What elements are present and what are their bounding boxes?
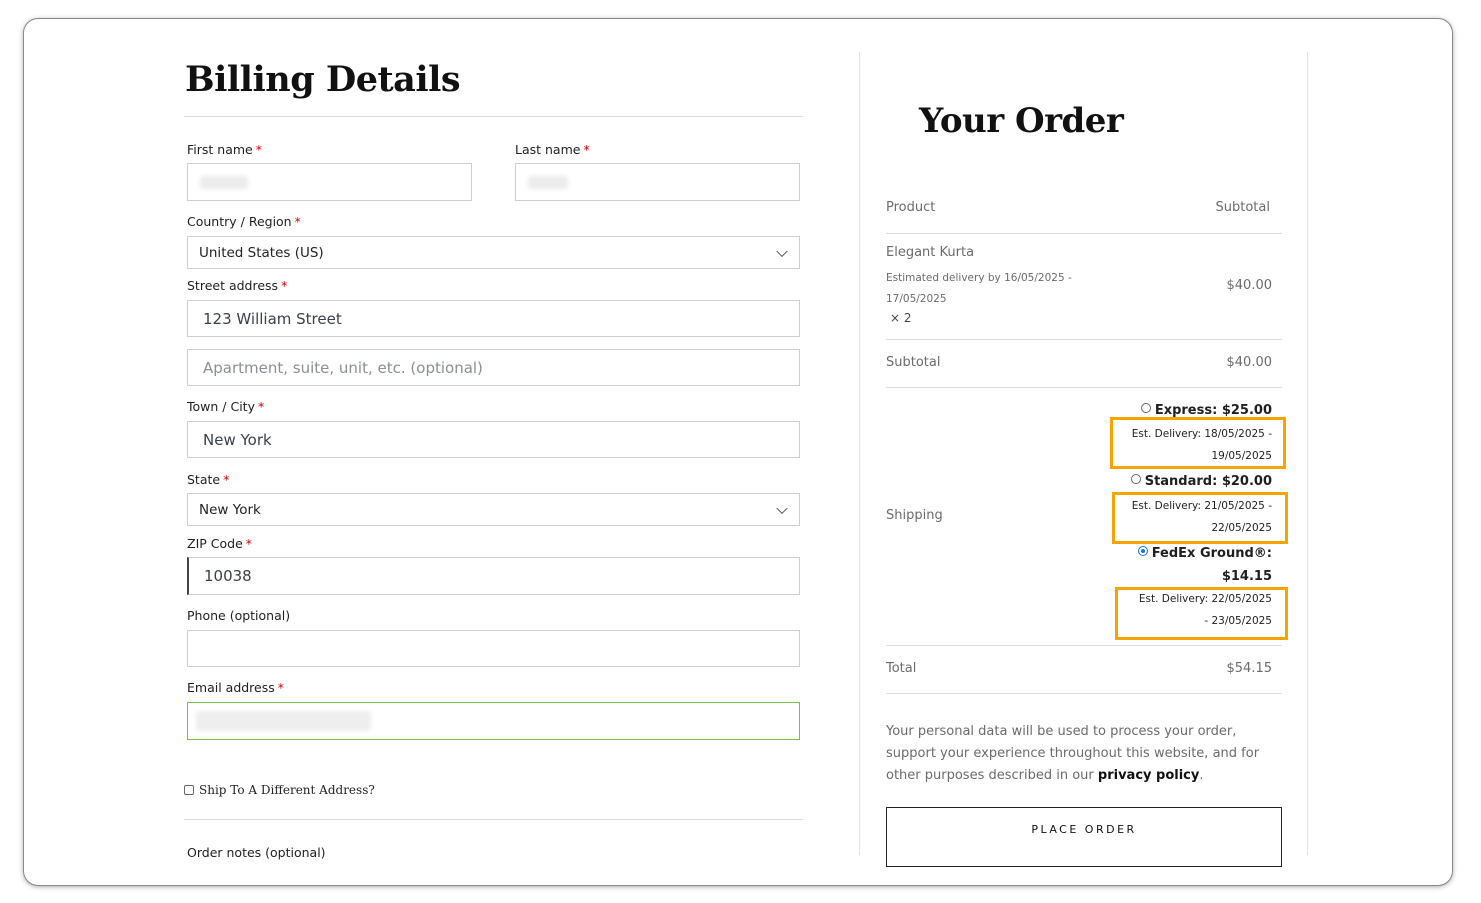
ship-different-checkbox[interactable] [184,785,194,795]
redacted-value [200,176,248,189]
first-name-field[interactable] [187,163,472,201]
email-label: Email address * [187,680,285,695]
order-title: Your Order [919,101,1124,141]
place-order-label: PLACE ORDER [1031,823,1137,836]
subtotal-value: $40.00 [1226,355,1273,370]
subtotal-header: Subtotal [1215,200,1270,215]
city-label: Town / City * [187,399,265,414]
shipping-option-standard[interactable]: Standard: $20.00 [1064,473,1272,489]
zip-field[interactable]: 10038 [187,557,800,595]
phone-field[interactable] [187,630,800,667]
product-header: Product [886,200,936,215]
fedex-radio[interactable] [1137,545,1148,556]
order-divider [886,693,1282,694]
street-address-field[interactable]: 123 William Street [187,300,800,337]
state-label: State * [187,472,230,487]
express-radio[interactable] [1140,402,1151,413]
last-name-label: Last name * [515,142,590,157]
estimate-line: Est. Delivery: 22/05/2025 [1138,593,1272,605]
zip-label: ZIP Code * [187,536,253,551]
privacy-line: other purposes described in our [886,768,1094,783]
estimate-line: Est. Delivery: 18/05/2025 - [1131,428,1272,440]
item-delivery-line: 17/05/2025 [886,293,947,305]
estimate-line: Est. Delivery: 21/05/2025 - [1131,500,1272,512]
shipping-option-fedex[interactable]: FedEx Ground®: [1064,545,1272,561]
redacted-value [528,176,568,189]
privacy-policy-link[interactable]: privacy policy [1098,768,1199,783]
item-price: $40.00 [1226,278,1273,293]
item-name: Elegant Kurta [886,245,975,260]
fedex-label: FedEx Ground®: [1151,546,1272,561]
express-label: Express: $25.00 [1154,403,1272,418]
street-value: 123 William Street [203,309,342,328]
estimate-line: 19/05/2025 [1211,450,1272,462]
subtotal-label: Subtotal [886,355,941,370]
standard-estimate: Est. Delivery: 21/05/2025 - 22/05/2025 [1114,495,1272,539]
checkout-window: Billing Details First name * Last name * C… [24,19,1452,885]
chevron-down-icon [776,245,788,257]
privacy-line: Your personal data will be used to proce… [886,724,1237,739]
shipping-label: Shipping [886,508,943,523]
zip-value: 10038 [204,567,252,585]
billing-title: Billing Details [185,59,461,100]
billing-divider [184,116,803,117]
order-divider [886,339,1282,340]
shipping-option-express[interactable]: Express: $25.00 [1064,402,1272,418]
country-value: United States (US) [199,244,324,261]
chevron-down-icon [776,502,788,514]
last-name-field[interactable] [515,163,800,201]
fedex-estimate: Est. Delivery: 22/05/2025 - 23/05/2025 [1118,588,1272,632]
standard-label: Standard: $20.00 [1144,474,1272,489]
country-label: Country / Region * [187,214,301,229]
ship-different-row: Ship To A Different Address? [184,783,375,797]
street-label: Street address * [187,278,288,293]
apartment-placeholder: Apartment, suite, unit, etc. (optional) [203,358,483,377]
privacy-line: support your experience throughout this … [886,746,1260,761]
total-label: Total [886,661,917,676]
total-value: $54.15 [1226,661,1273,676]
redacted-value [196,711,371,731]
city-field[interactable]: New York [187,421,800,458]
apartment-field[interactable]: Apartment, suite, unit, etc. (optional) [187,349,800,386]
order-divider [886,645,1282,646]
state-select[interactable]: New York [187,493,800,526]
state-value: New York [199,501,261,518]
fedex-price: $14.15 [1221,569,1272,584]
item-delivery-estimate: Estimated delivery by 16/05/2025 - 17/05… [886,268,1072,310]
item-quantity: × 2 [890,311,912,325]
city-value: New York [203,430,272,449]
order-divider [886,233,1282,234]
email-field[interactable] [187,702,800,740]
order-notes-label: Order notes (optional) [187,845,326,860]
estimate-line: - 23/05/2025 [1204,615,1272,627]
item-delivery-line: Estimated delivery by 16/05/2025 - [886,272,1072,284]
first-name-label: First name * [187,142,262,157]
place-order-button[interactable]: PLACE ORDER [886,807,1282,867]
notes-divider [184,819,803,820]
estimate-line: 22/05/2025 [1211,522,1272,534]
privacy-notice: Your personal data will be used to proce… [886,721,1286,787]
privacy-period: . [1199,768,1204,783]
country-select[interactable]: United States (US) [187,236,800,269]
ship-different-label[interactable]: Ship To A Different Address? [199,783,375,797]
order-divider [886,387,1282,388]
express-estimate: Est. Delivery: 18/05/2025 - 19/05/2025 [1114,423,1272,467]
standard-radio[interactable] [1130,473,1141,484]
phone-label: Phone (optional) [187,608,291,623]
